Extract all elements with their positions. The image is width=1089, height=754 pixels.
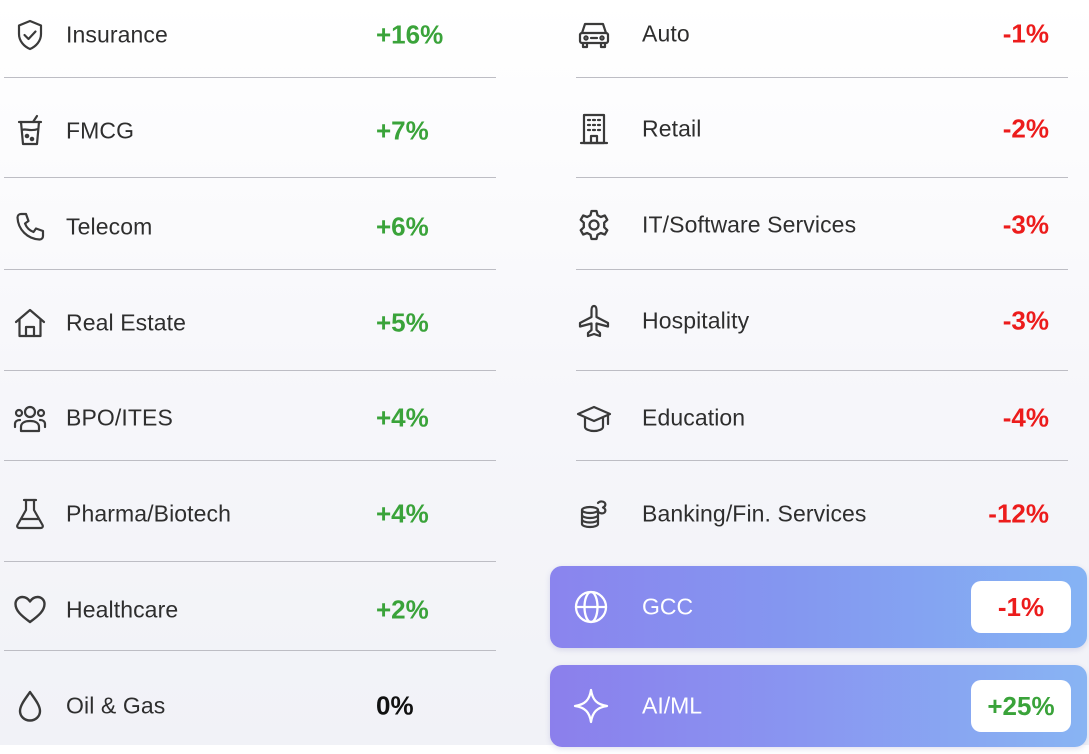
highlight-change-badge: +25% bbox=[971, 680, 1071, 732]
row-divider bbox=[4, 177, 496, 178]
sector-label: Telecom bbox=[66, 213, 153, 240]
row-divider bbox=[576, 460, 1068, 461]
sector-row-it-software-services: IT/Software Services -3% bbox=[548, 177, 1089, 273]
heart-icon bbox=[12, 592, 48, 628]
globe-icon bbox=[572, 588, 610, 626]
car-icon bbox=[576, 16, 612, 52]
phone-icon bbox=[12, 209, 48, 245]
sector-label: BPO/ITES bbox=[66, 404, 173, 431]
sector-row-healthcare: Healthcare +2% bbox=[0, 562, 500, 658]
sector-change-value: -1% bbox=[1002, 18, 1049, 49]
house-icon bbox=[12, 305, 48, 341]
sparkle-icon bbox=[572, 687, 610, 725]
sector-row-auto: Auto -1% bbox=[548, 0, 1089, 82]
sector-row-retail: Retail -2% bbox=[548, 81, 1089, 177]
sector-row-education: Education -4% bbox=[548, 370, 1089, 466]
sector-change-value: -3% bbox=[1002, 305, 1049, 336]
sector-change-value: +16% bbox=[376, 19, 444, 50]
highlight-label: AI/ML bbox=[642, 692, 703, 719]
sector-change-value: -12% bbox=[988, 498, 1049, 529]
gear-icon bbox=[576, 207, 612, 243]
sector-change-value: +7% bbox=[376, 115, 429, 146]
row-divider bbox=[576, 269, 1068, 270]
airplane-icon bbox=[576, 303, 612, 339]
sector-row-bpo-ites: BPO/ITES +4% bbox=[0, 370, 500, 466]
sector-change-value: +6% bbox=[376, 211, 429, 242]
sector-row-oil-gas: Oil & Gas 0% bbox=[0, 658, 500, 754]
sector-change-value: -2% bbox=[1002, 113, 1049, 144]
sector-change-value: -4% bbox=[1002, 402, 1049, 433]
graduation-cap-icon bbox=[576, 400, 612, 436]
sector-label: Retail bbox=[642, 115, 702, 142]
highlight-row-ai-ml: AI/ML +25% bbox=[550, 665, 1087, 747]
sector-label: Pharma/Biotech bbox=[66, 500, 232, 527]
row-divider bbox=[576, 77, 1068, 78]
sector-label: Healthcare bbox=[66, 596, 179, 623]
sector-label: Education bbox=[642, 404, 746, 431]
people-group-icon bbox=[12, 400, 48, 436]
flask-icon bbox=[12, 496, 48, 532]
shield-check-icon bbox=[12, 17, 48, 53]
sector-row-pharma-biotech: Pharma/Biotech +4% bbox=[0, 466, 500, 562]
sector-row-hospitality: Hospitality -3% bbox=[548, 273, 1089, 369]
row-divider bbox=[4, 269, 496, 270]
sector-change-value: +5% bbox=[376, 307, 429, 338]
highlight-row-gcc: GCC -1% bbox=[550, 566, 1087, 648]
sector-change-value: -3% bbox=[1002, 209, 1049, 240]
sector-label: Oil & Gas bbox=[66, 692, 166, 719]
sector-label: Banking/Fin. Services bbox=[642, 500, 867, 527]
drink-cup-icon bbox=[12, 113, 48, 149]
sector-label: IT/Software Services bbox=[642, 211, 857, 238]
sector-change-value: 0% bbox=[376, 690, 414, 721]
sector-label: FMCG bbox=[66, 117, 135, 144]
row-divider bbox=[4, 77, 496, 78]
building-icon bbox=[576, 111, 612, 147]
sector-label: Auto bbox=[642, 20, 690, 47]
highlight-label: GCC bbox=[642, 593, 694, 620]
row-divider bbox=[4, 460, 496, 461]
sector-change-value: +4% bbox=[376, 402, 429, 433]
sector-label: Insurance bbox=[66, 21, 168, 48]
coins-icon bbox=[576, 496, 612, 532]
sector-row-real-estate: Real Estate +5% bbox=[0, 275, 500, 371]
highlight-change-badge: -1% bbox=[971, 581, 1071, 633]
sector-change-value: +2% bbox=[376, 594, 429, 625]
sector-row-insurance: Insurance +16% bbox=[0, 0, 500, 83]
sector-row-fmcg: FMCG +7% bbox=[0, 83, 500, 179]
sector-label: Hospitality bbox=[642, 307, 750, 334]
drop-icon bbox=[12, 688, 48, 724]
sector-row-telecom: Telecom +6% bbox=[0, 179, 500, 275]
sector-change-value: +4% bbox=[376, 498, 429, 529]
sector-row-banking-fin-services: Banking/Fin. Services -12% bbox=[548, 466, 1089, 562]
sector-label: Real Estate bbox=[66, 309, 186, 336]
row-divider bbox=[4, 650, 496, 651]
